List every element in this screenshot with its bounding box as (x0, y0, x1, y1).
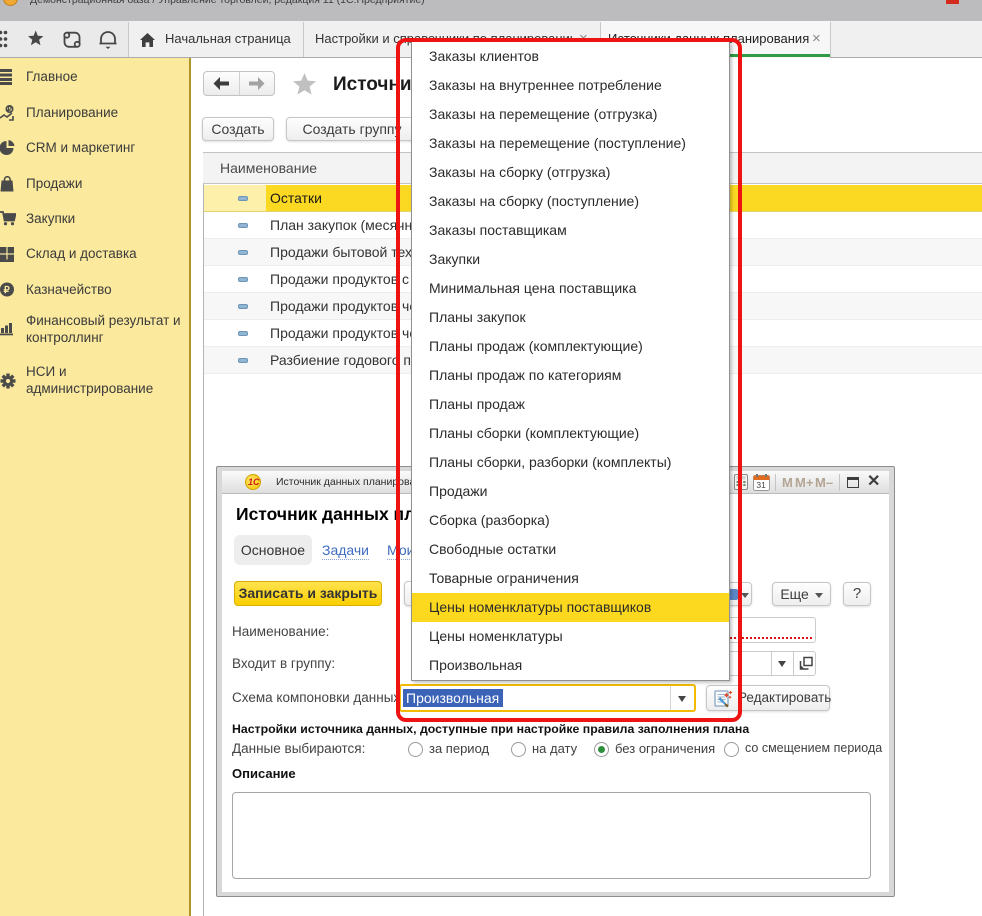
svg-text:₽: ₽ (7, 106, 12, 114)
svg-text:31: 31 (756, 480, 766, 490)
svg-text:₽: ₽ (4, 285, 11, 296)
